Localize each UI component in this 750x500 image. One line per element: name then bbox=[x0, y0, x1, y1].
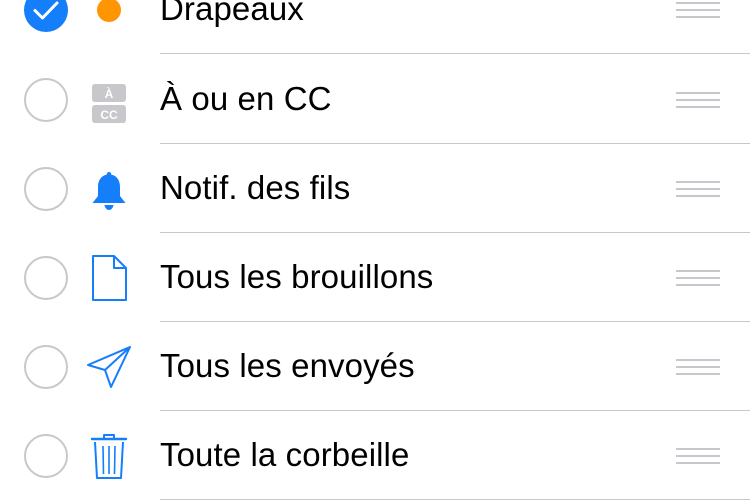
mailbox-label: Toute la corbeille bbox=[160, 435, 410, 473]
to-badge-text: À bbox=[105, 86, 114, 101]
reorder-handle-icon[interactable] bbox=[676, 180, 720, 197]
row-separator bbox=[160, 53, 750, 54]
reorder-handle-icon[interactable] bbox=[676, 358, 720, 375]
checkbox-empty-icon[interactable] bbox=[24, 77, 68, 122]
reorder-handle-icon[interactable] bbox=[676, 1, 720, 18]
checkbox-empty-icon[interactable] bbox=[24, 433, 68, 478]
mailbox-label: Notif. des fils bbox=[160, 168, 351, 206]
mailbox-row-all-sent[interactable]: Tous les envoyés bbox=[0, 322, 750, 411]
checkbox-empty-icon[interactable] bbox=[24, 166, 68, 211]
mailbox-label: Tous les envoyés bbox=[160, 346, 415, 384]
mailbox-row-flagged[interactable]: Drapeaux bbox=[0, 0, 750, 54]
mailbox-list: Drapeaux À CC À ou en CC Notif. des fils… bbox=[0, 0, 750, 500]
mailbox-label: À ou en CC bbox=[160, 79, 332, 117]
mailbox-row-thread-notifications[interactable]: Notif. des fils bbox=[0, 144, 750, 233]
mailbox-row-all-drafts[interactable]: Tous les brouillons bbox=[0, 233, 750, 322]
checkmark-selected-icon[interactable] bbox=[24, 0, 68, 32]
checkbox-empty-icon[interactable] bbox=[24, 255, 68, 300]
reorder-handle-icon[interactable] bbox=[676, 269, 720, 286]
to-cc-icon: À CC bbox=[84, 75, 134, 125]
reorder-handle-icon[interactable] bbox=[676, 91, 720, 108]
checkbox-empty-icon[interactable] bbox=[24, 344, 68, 389]
mailbox-label: Drapeaux bbox=[160, 0, 304, 27]
trash-icon bbox=[84, 431, 134, 481]
orange-dot-icon bbox=[84, 0, 134, 35]
cc-badge-text: CC bbox=[100, 108, 118, 122]
mailbox-row-to-cc[interactable]: À CC À ou en CC bbox=[0, 55, 750, 144]
document-icon bbox=[84, 253, 134, 303]
paper-plane-icon bbox=[84, 342, 134, 392]
mailbox-label: Tous les brouillons bbox=[160, 257, 434, 295]
bell-icon bbox=[84, 164, 134, 214]
reorder-handle-icon[interactable] bbox=[676, 447, 720, 464]
mailbox-row-all-trash[interactable]: Toute la corbeille bbox=[0, 411, 750, 500]
